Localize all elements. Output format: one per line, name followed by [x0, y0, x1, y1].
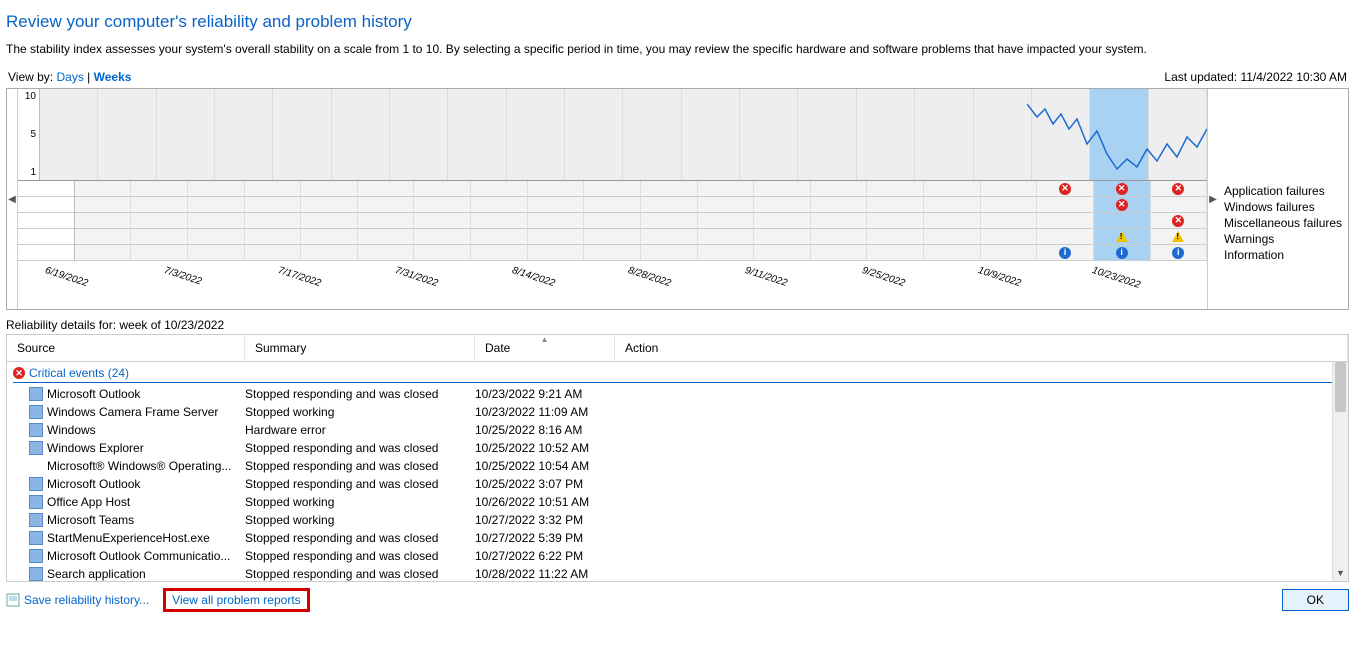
save-history-link[interactable]: Save reliability history...: [6, 593, 149, 607]
view-days-link[interactable]: Days: [56, 70, 83, 84]
group-critical-events[interactable]: ✕ Critical events (24) ▲: [13, 366, 1342, 383]
table-header: Source Summary ▲Date Action: [6, 334, 1349, 362]
app-icon: [29, 495, 43, 509]
reliability-chart: ◀ 10 5 1 ✕ i ✕ ✕ i ✕ ✕ i 6/19/20227/3/20227/17/…: [6, 88, 1349, 310]
col-date[interactable]: ▲Date: [475, 335, 615, 361]
table-row[interactable]: Microsoft Outlook Communicatio...Stopped…: [7, 547, 1348, 565]
info-icon: i: [1172, 247, 1184, 259]
viewby-label: View by:: [8, 70, 53, 84]
chart-column[interactable]: [857, 89, 915, 180]
chart-column[interactable]: [390, 89, 448, 180]
view-all-reports-link[interactable]: View all problem reports: [172, 593, 301, 607]
app-icon: [29, 477, 43, 491]
graph-grid[interactable]: [40, 89, 1207, 180]
chart-column[interactable]: [974, 89, 1032, 180]
last-updated-label: Last updated:: [1164, 70, 1237, 84]
app-icon: [29, 423, 43, 437]
page-description: The stability index assesses your system…: [6, 42, 1349, 56]
chart-column[interactable]: [332, 89, 390, 180]
table-row[interactable]: Windows Camera Frame ServerStopped worki…: [7, 403, 1348, 421]
view-weeks-link[interactable]: Weeks: [94, 70, 132, 84]
app-icon: [29, 513, 43, 527]
warning-icon: [1116, 231, 1128, 242]
chart-column[interactable]: [682, 89, 740, 180]
scroll-down-icon[interactable]: ▼: [1333, 565, 1348, 581]
chart-column[interactable]: [40, 89, 98, 180]
app-icon: [29, 387, 43, 401]
chart-column[interactable]: [1149, 89, 1207, 180]
warning-icon: [1172, 231, 1184, 242]
chart-column[interactable]: [98, 89, 156, 180]
app-icon: [29, 549, 43, 563]
table-row[interactable]: Windows ExplorerStopped responding and w…: [7, 439, 1348, 457]
page-title: Review your computer's reliability and p…: [6, 12, 1349, 32]
col-action[interactable]: Action: [615, 335, 1348, 361]
error-icon: ✕: [1172, 183, 1184, 195]
event-table: ✕ Critical events (24) ▲ Microsoft Outlo…: [6, 362, 1349, 582]
col-source[interactable]: Source: [7, 335, 245, 361]
details-for-label: Reliability details for: week of 10/23/2…: [6, 318, 1349, 332]
col-summary[interactable]: Summary: [245, 335, 475, 361]
footer: Save reliability history... View all pro…: [6, 588, 1349, 612]
chart-column[interactable]: [273, 89, 331, 180]
app-icon: [29, 567, 43, 581]
app-icon: [29, 405, 43, 419]
error-icon: ✕: [1116, 183, 1128, 195]
table-row[interactable]: Search applicationStopped responding and…: [7, 565, 1348, 582]
chart-column[interactable]: [798, 89, 856, 180]
error-icon: ✕: [13, 367, 25, 379]
table-row[interactable]: StartMenuExperienceHost.exeStopped respo…: [7, 529, 1348, 547]
y-axis: 10 5 1: [18, 89, 40, 180]
table-row[interactable]: WindowsHardware error10/25/2022 8:16 AM: [7, 421, 1348, 439]
app-icon: [29, 441, 43, 455]
event-row-labels: Application failures Windows failures Mi…: [1218, 89, 1348, 309]
error-icon: ✕: [1116, 199, 1128, 211]
last-updated-value: 11/4/2022 10:30 AM: [1240, 70, 1347, 84]
chart-column[interactable]: [740, 89, 798, 180]
app-icon: [29, 531, 43, 545]
scrollbar-thumb[interactable]: [1335, 362, 1346, 412]
info-icon: i: [1059, 247, 1071, 259]
table-scrollbar[interactable]: ▲ ▼: [1332, 362, 1348, 581]
chart-column[interactable]: [623, 89, 681, 180]
info-icon: i: [1116, 247, 1128, 259]
chart-column[interactable]: [507, 89, 565, 180]
table-row[interactable]: Microsoft OutlookStopped responding and …: [7, 475, 1348, 493]
chart-column[interactable]: [565, 89, 623, 180]
table-row[interactable]: Office App HostStopped working10/26/2022…: [7, 493, 1348, 511]
table-row[interactable]: Microsoft TeamsStopped working10/27/2022…: [7, 511, 1348, 529]
sort-asc-icon: ▲: [541, 335, 549, 344]
ok-button[interactable]: OK: [1282, 589, 1349, 611]
view-all-highlight: View all problem reports: [163, 588, 310, 612]
error-icon: ✕: [1059, 183, 1071, 195]
view-bar: View by: Days | Weeks Last updated: 11/4…: [6, 70, 1349, 84]
error-icon: ✕: [1172, 215, 1184, 227]
event-rows: ✕ i ✕ ✕ i ✕ ✕ i: [18, 181, 1207, 261]
table-row[interactable]: Microsoft OutlookStopped responding and …: [7, 385, 1348, 403]
chart-column[interactable]: [1090, 89, 1148, 180]
chart-column[interactable]: [915, 89, 973, 180]
save-icon: [6, 593, 20, 607]
x-axis: 6/19/20227/3/20227/17/20227/31/20228/14/…: [40, 261, 1207, 303]
scroll-right-button[interactable]: ▶: [1208, 89, 1218, 309]
table-row[interactable]: Microsoft® Windows® Operating...Stopped …: [7, 457, 1348, 475]
chart-column[interactable]: [1032, 89, 1090, 180]
chart-column[interactable]: [215, 89, 273, 180]
chart-column[interactable]: [157, 89, 215, 180]
scroll-left-button[interactable]: ◀: [7, 89, 17, 309]
chart-column[interactable]: [448, 89, 506, 180]
